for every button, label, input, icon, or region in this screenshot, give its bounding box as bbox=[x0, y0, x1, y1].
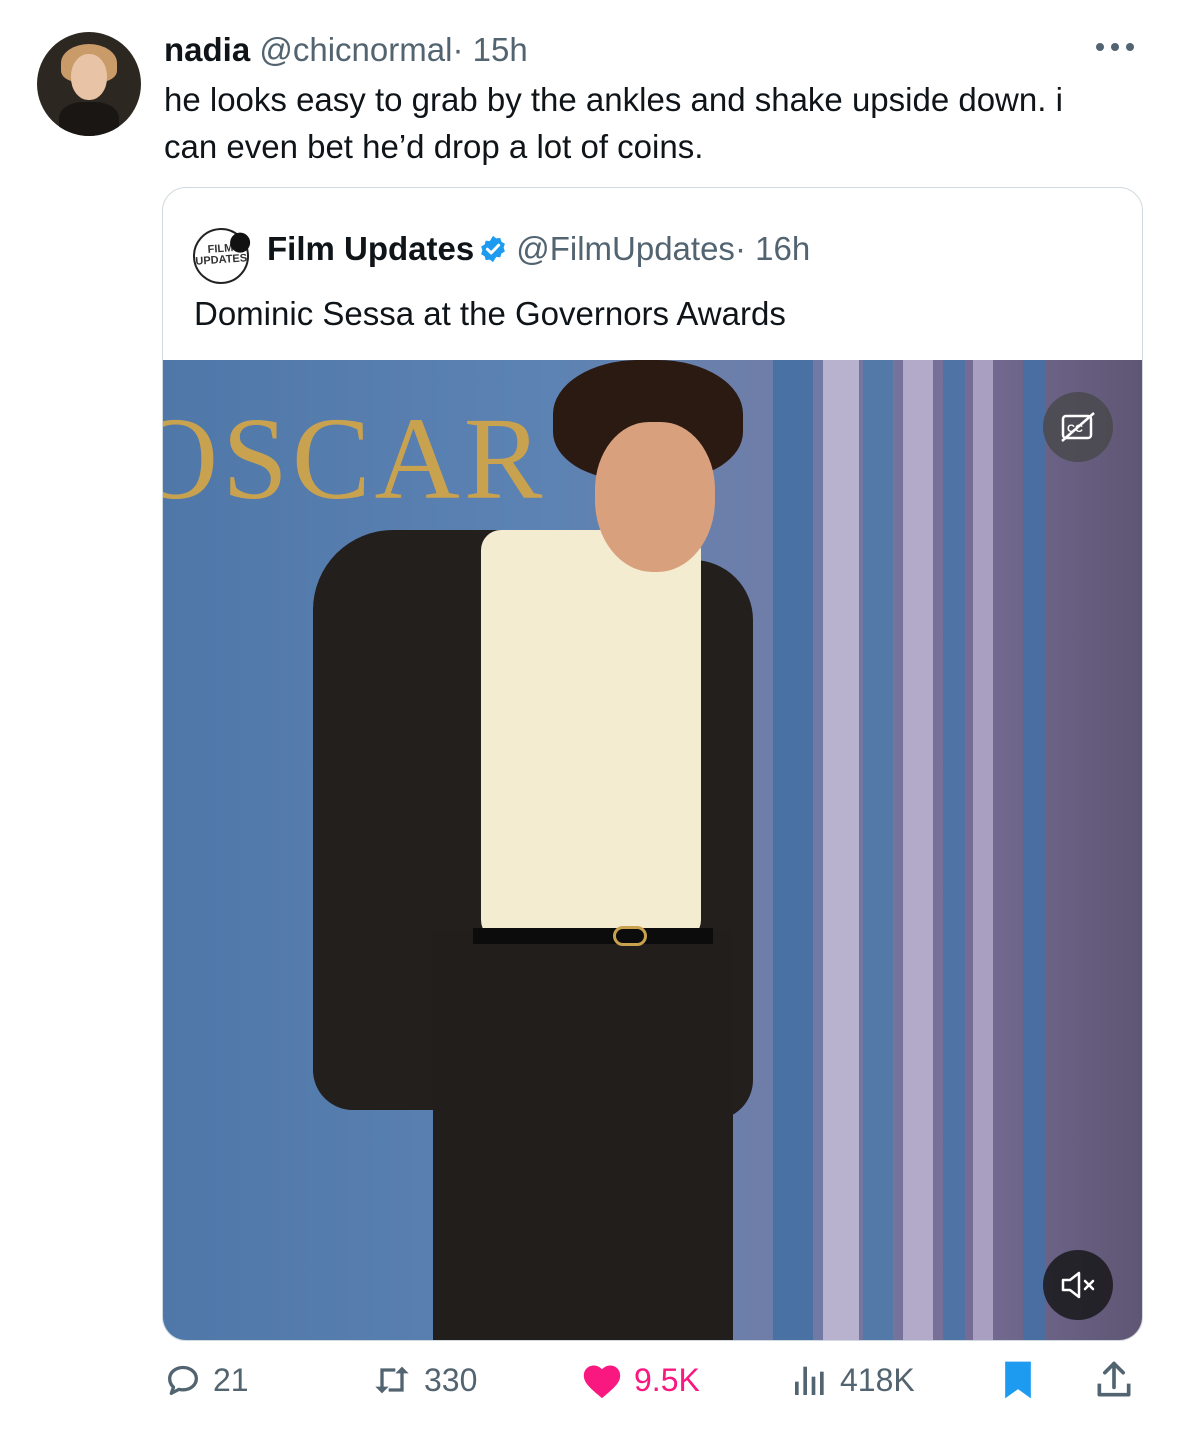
quoted-tweet-time[interactable]: 16h bbox=[755, 230, 810, 267]
avatar-dress bbox=[59, 102, 119, 136]
bookmark-filled-icon bbox=[1005, 1361, 1031, 1399]
quoted-tweet-text: Dominic Sessa at the Governors Awards bbox=[194, 295, 786, 332]
captions-button[interactable]: CC bbox=[1043, 392, 1113, 462]
backdrop-stripe bbox=[973, 360, 993, 1340]
film-updates-logo[interactable]: FILM UPDATES bbox=[191, 226, 251, 286]
repost-count: 330 bbox=[424, 1361, 478, 1398]
backdrop-stripe bbox=[1023, 360, 1045, 1340]
reply-count: 21 bbox=[213, 1361, 249, 1398]
captions-off-icon: CC bbox=[1061, 412, 1095, 442]
more-options-button[interactable] bbox=[1085, 30, 1145, 66]
verified-badge-icon bbox=[481, 235, 506, 263]
backdrop-stripe bbox=[773, 360, 813, 1340]
backdrop-stripe bbox=[823, 360, 859, 1340]
share-button[interactable] bbox=[1092, 1350, 1146, 1410]
quoted-author-name[interactable]: Film Updates bbox=[267, 230, 474, 267]
tweet-time[interactable]: 15h bbox=[473, 31, 528, 68]
person-belt bbox=[473, 928, 713, 944]
oscars-backdrop-text: OSCAR bbox=[163, 393, 547, 524]
author-name[interactable]: nadia bbox=[164, 31, 250, 68]
author-handle[interactable]: @chicnormal bbox=[259, 31, 452, 68]
reply-icon bbox=[168, 1365, 198, 1395]
quoted-separator: · bbox=[734, 230, 746, 267]
tweet-actions: 21 330 9.5K 418K bbox=[0, 1350, 1179, 1430]
avatar-face bbox=[71, 54, 107, 100]
unmute-button[interactable] bbox=[1043, 1250, 1113, 1320]
views-button[interactable]: 418K bbox=[790, 1350, 915, 1410]
backdrop-stripe bbox=[943, 360, 965, 1340]
person-face bbox=[595, 422, 715, 572]
repost-icon bbox=[375, 1366, 409, 1394]
views-icon bbox=[795, 1366, 824, 1395]
belt-buckle bbox=[613, 926, 647, 946]
view-count: 418K bbox=[840, 1361, 915, 1398]
tweet-header: nadia @chicnormal· 15h bbox=[164, 30, 528, 70]
more-horizontal-icon bbox=[1096, 43, 1134, 51]
video-media[interactable]: OSCAR CC bbox=[163, 360, 1142, 1340]
quoted-author-handle[interactable]: @FilmUpdates bbox=[516, 230, 735, 267]
like-count: 9.5K bbox=[634, 1361, 700, 1398]
repost-button[interactable]: 330 bbox=[370, 1350, 477, 1410]
person-shirt bbox=[481, 530, 701, 940]
backdrop-stripe bbox=[903, 360, 933, 1340]
author-avatar[interactable] bbox=[37, 32, 141, 136]
share-icon bbox=[1097, 1361, 1131, 1397]
bookmark-button[interactable] bbox=[998, 1350, 1048, 1410]
like-button[interactable]: 9.5K bbox=[580, 1350, 700, 1410]
quoted-tweet-header: Film Updates @FilmUpdates· 16h bbox=[267, 228, 810, 270]
backdrop-stripe bbox=[863, 360, 893, 1340]
volume-muted-icon bbox=[1061, 1271, 1095, 1299]
quoted-tweet-card[interactable]: FILM UPDATES Film Updates @FilmUpdates· … bbox=[162, 187, 1143, 1341]
person-pants bbox=[433, 930, 733, 1340]
tweet-text: he looks easy to grab by the ankles and … bbox=[164, 81, 1063, 165]
heart-filled-icon bbox=[583, 1365, 621, 1399]
header-separator: · bbox=[452, 31, 464, 68]
reply-button[interactable]: 21 bbox=[163, 1350, 249, 1410]
